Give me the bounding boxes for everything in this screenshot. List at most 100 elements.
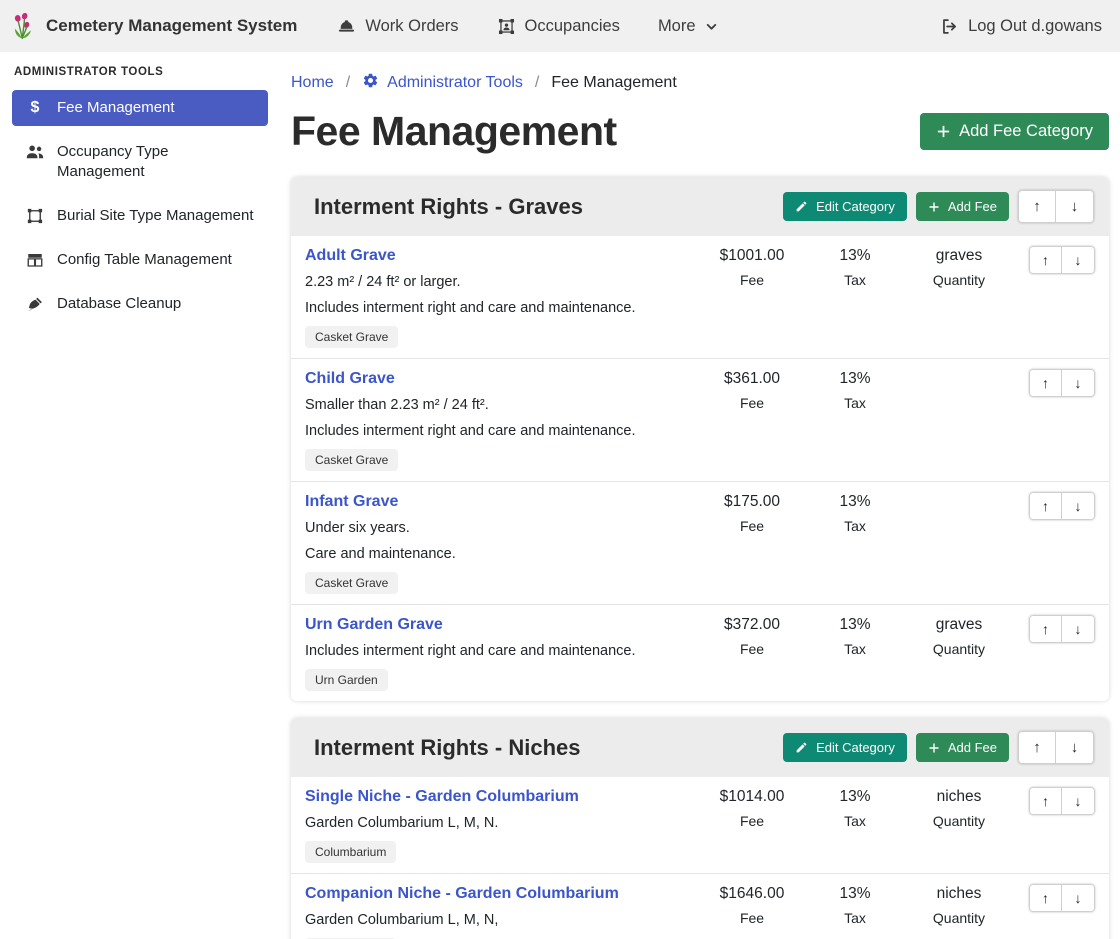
logout-label: Log Out d.gowans — [968, 17, 1102, 36]
fee-tax-value: 13% — [815, 787, 895, 807]
fee-amount-label: Fee — [689, 641, 815, 657]
plus-icon — [936, 124, 951, 139]
move-fee-up-button[interactable]: ↑ — [1029, 787, 1062, 815]
sidebar-item-fee-management[interactable]: $ Fee Management — [12, 90, 268, 126]
fee-category-card: Interment Rights - Graves Edit Category … — [291, 177, 1109, 701]
fee-quantity-cell: graves Quantity — [895, 615, 1023, 657]
move-fee-down-button[interactable]: ↓ — [1062, 884, 1095, 912]
fee-description: Under six years. — [305, 519, 689, 538]
fee-name-link[interactable]: Adult Grave — [305, 246, 396, 266]
move-fee-down-button[interactable]: ↓ — [1062, 246, 1095, 274]
sidebar: ADMINISTRATOR TOOLS $ Fee Management Occ… — [0, 52, 280, 330]
fee-tax-label: Tax — [815, 518, 895, 534]
nav-more[interactable]: More — [658, 17, 718, 36]
fee-quantity-value: niches — [895, 787, 1023, 807]
fee-description: Smaller than 2.23 m² / 24 ft². — [305, 396, 689, 415]
fee-tax-value: 13% — [815, 492, 895, 512]
logout-icon — [940, 17, 959, 36]
broom-icon — [24, 294, 46, 313]
fee-badge: Columbarium — [305, 841, 396, 863]
move-fee-up-button[interactable]: ↑ — [1029, 492, 1062, 520]
fee-rows: Single Niche - Garden Columbarium Garden… — [291, 777, 1109, 939]
sidebar-item-label: Fee Management — [57, 98, 175, 118]
nav-occupancies[interactable]: Occupancies — [497, 17, 620, 36]
edit-category-button[interactable]: Edit Category — [783, 733, 907, 762]
arrow-down-icon: ↓ — [1075, 252, 1082, 268]
add-fee-category-label: Add Fee Category — [959, 122, 1093, 141]
fee-tax-value: 13% — [815, 884, 895, 904]
arrow-up-icon: ↑ — [1042, 621, 1049, 637]
fee-description: 2.23 m² / 24 ft² or larger. — [305, 273, 689, 292]
fee-amount-label: Fee — [689, 910, 815, 926]
sidebar-item-occupancy-type[interactable]: Occupancy Type Management — [12, 134, 268, 190]
move-fee-down-button[interactable]: ↓ — [1062, 369, 1095, 397]
fee-name-link[interactable]: Single Niche - Garden Columbarium — [305, 787, 579, 807]
arrow-up-icon: ↑ — [1042, 890, 1049, 906]
breadcrumb-admin-tools-link[interactable]: Administrator Tools — [362, 72, 523, 94]
fee-row: Companion Niche - Garden Columbarium Gar… — [291, 873, 1109, 939]
category-list: Interment Rights - Graves Edit Category … — [291, 177, 1109, 939]
move-fee-up-button[interactable]: ↑ — [1029, 369, 1062, 397]
fee-name-link[interactable]: Child Grave — [305, 369, 395, 389]
pencil-icon — [795, 200, 808, 213]
fee-amount-cell: $361.00 Fee — [689, 369, 815, 411]
gear-icon — [362, 72, 379, 94]
fee-description: Includes interment right and care and ma… — [305, 642, 689, 661]
edit-category-button[interactable]: Edit Category — [783, 192, 907, 221]
add-fee-button[interactable]: Add Fee — [916, 733, 1009, 762]
move-fee-down-button[interactable]: ↓ — [1062, 615, 1095, 643]
fee-amount-cell: $372.00 Fee — [689, 615, 815, 657]
logout-button[interactable]: Log Out d.gowans — [940, 17, 1102, 36]
plus-icon — [928, 201, 940, 213]
occupancy-frame-icon — [497, 17, 516, 36]
fee-descriptions: Garden Columbarium L, M, N, — [305, 911, 689, 930]
move-fee-up-button[interactable]: ↑ — [1029, 246, 1062, 274]
fee-name-link[interactable]: Urn Garden Grave — [305, 615, 443, 635]
breadcrumb-home-link[interactable]: Home — [291, 74, 334, 92]
move-fee-up-button[interactable]: ↑ — [1029, 615, 1062, 643]
sidebar-item-config-table[interactable]: Config Table Management — [12, 242, 268, 278]
edit-category-label: Edit Category — [816, 199, 895, 214]
fee-amount-cell: $175.00 Fee — [689, 492, 815, 534]
category-actions: Edit Category Add Fee ↑ ↓ — [783, 731, 1094, 764]
fee-descriptions: Smaller than 2.23 m² / 24 ft².Includes i… — [305, 396, 689, 441]
sidebar-item-burial-site-type[interactable]: Burial Site Type Management — [12, 198, 268, 234]
page-title: Fee Management — [291, 108, 617, 155]
fee-amount-value: $1014.00 — [689, 787, 815, 807]
fee-arrows: ↑ ↓ — [1023, 369, 1095, 397]
move-fee-down-button[interactable]: ↓ — [1062, 787, 1095, 815]
fee-reorder-group: ↑ ↓ — [1029, 615, 1095, 643]
arrow-up-icon: ↑ — [1033, 739, 1041, 756]
fee-tax-cell: 13% Tax — [815, 246, 895, 288]
fee-quantity-value: graves — [895, 246, 1023, 266]
fee-main: Child Grave Smaller than 2.23 m² / 24 ft… — [305, 369, 689, 471]
fee-name-link[interactable]: Infant Grave — [305, 492, 398, 512]
fee-arrows: ↑ ↓ — [1023, 787, 1095, 815]
move-fee-up-button[interactable]: ↑ — [1029, 884, 1062, 912]
move-category-up-button[interactable]: ↑ — [1018, 190, 1056, 223]
breadcrumb: Home / Administrator Tools / Fee Managem… — [291, 64, 1109, 94]
nav-work-orders[interactable]: Work Orders — [337, 17, 458, 36]
fee-tax-label: Tax — [815, 395, 895, 411]
brand-link[interactable]: Cemetery Management System — [10, 11, 297, 41]
add-fee-button[interactable]: Add Fee — [916, 192, 1009, 221]
move-category-down-button[interactable]: ↓ — [1056, 190, 1094, 223]
move-fee-down-button[interactable]: ↓ — [1062, 492, 1095, 520]
fee-tax-value: 13% — [815, 369, 895, 389]
arrow-up-icon: ↑ — [1042, 252, 1049, 268]
fee-quantity-cell: niches Quantity — [895, 787, 1023, 829]
fee-amount-label: Fee — [689, 395, 815, 411]
move-category-up-button[interactable]: ↑ — [1018, 731, 1056, 764]
fee-reorder-group: ↑ ↓ — [1029, 787, 1095, 815]
sidebar-item-database-cleanup[interactable]: Database Cleanup — [12, 286, 268, 322]
move-category-down-button[interactable]: ↓ — [1056, 731, 1094, 764]
fee-reorder-group: ↑ ↓ — [1029, 884, 1095, 912]
brand-title: Cemetery Management System — [46, 16, 297, 36]
arrow-down-icon: ↓ — [1071, 739, 1079, 756]
fee-name-link[interactable]: Companion Niche - Garden Columbarium — [305, 884, 619, 904]
sidebar-item-label: Occupancy Type Management — [57, 142, 256, 182]
fee-reorder-group: ↑ ↓ — [1029, 492, 1095, 520]
fee-amount-cell: $1001.00 Fee — [689, 246, 815, 288]
arrow-up-icon: ↑ — [1042, 793, 1049, 809]
add-fee-category-button[interactable]: Add Fee Category — [920, 113, 1109, 150]
